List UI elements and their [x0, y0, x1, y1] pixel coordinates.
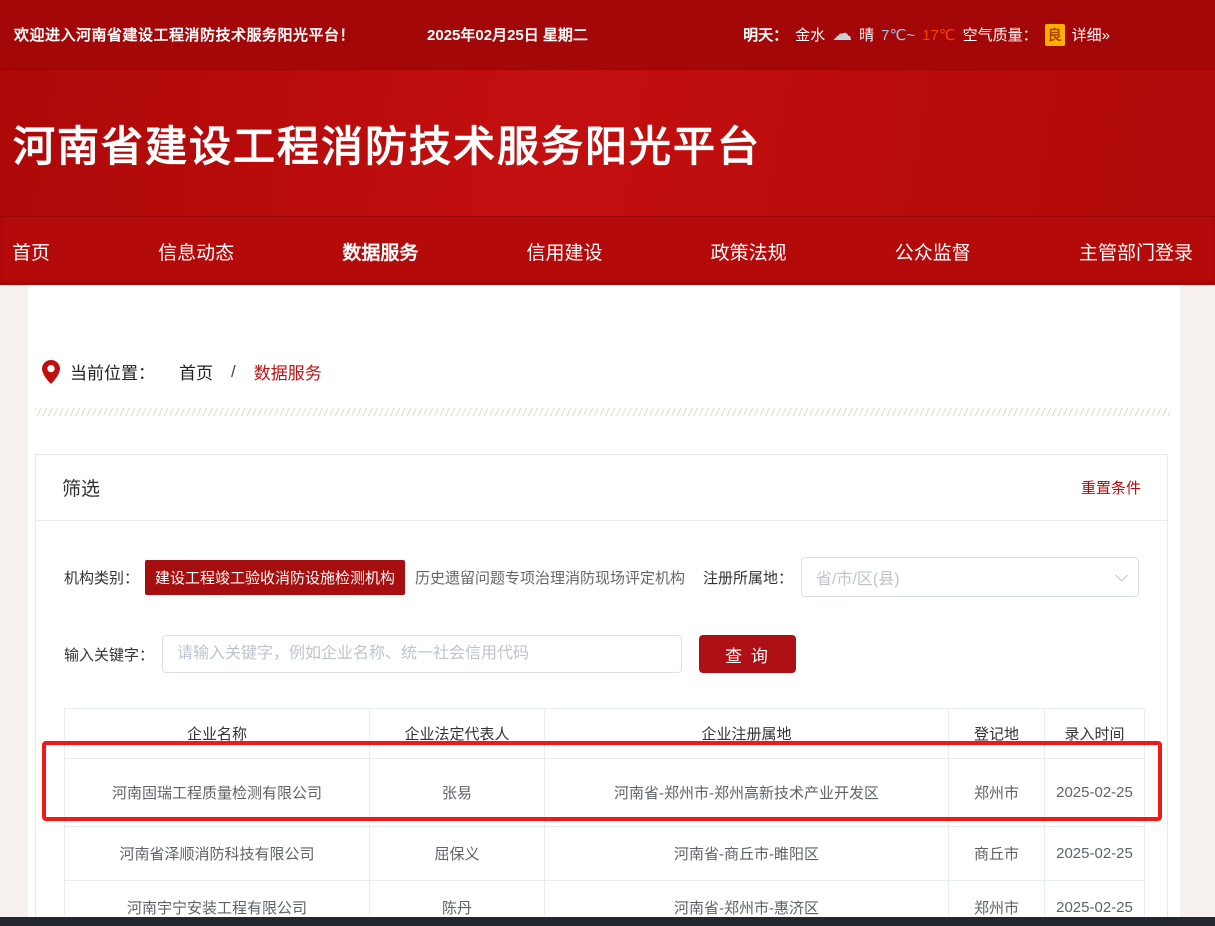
keyword-row: 输入关键字： 查 询	[64, 635, 1139, 673]
cloud-icon: ☁	[832, 24, 852, 44]
nav-item-credit[interactable]: 信用建设	[526, 238, 602, 265]
weather-widget: 明天： 金水 ☁ 晴 7℃~ 17℃ 空气质量： 良 详细»	[743, 24, 1110, 46]
main-nav: 首页 信息动态 数据服务 信用建设 政策法规 公众监督 主管部门登录	[0, 216, 1215, 285]
table-header-row: 企业名称 企业法定代表人 企业注册属地 登记地 录入时间	[65, 709, 1145, 759]
category-option-inspection[interactable]: 建设工程竣工验收消防设施检测机构	[145, 560, 405, 595]
nav-item-home[interactable]: 首页	[12, 238, 50, 265]
location-pin-icon	[42, 360, 60, 384]
search-button[interactable]: 查 询	[699, 635, 796, 673]
nav-item-admin-login[interactable]: 主管部门登录	[1079, 238, 1193, 265]
filter-form: 机构类别： 建设工程竣工验收消防设施检测机构 历史遗留问题专项治理消防现场评定机…	[36, 521, 1167, 673]
cell-entry-date: 2025-02-25	[1045, 827, 1145, 881]
col-header-legal-rep: 企业法定代表人	[370, 709, 545, 759]
cell-registered-region: 河南省-商丘市-睢阳区	[545, 827, 949, 881]
col-header-registered-region: 企业注册属地	[545, 709, 949, 759]
air-quality-badge: 良	[1045, 24, 1065, 46]
cell-company-name: 河南省泽顺消防科技有限公司	[65, 827, 370, 881]
air-quality-label: 空气质量：	[963, 24, 1038, 45]
filter-panel-header: 筛选 重置条件	[36, 455, 1167, 521]
table-row[interactable]: 河南固瑞工程质量检测有限公司 张易 河南省-郑州市-郑州高新技术产业开发区 郑州…	[65, 759, 1145, 827]
page-title: 河南省建设工程消防技术服务阳光平台	[0, 113, 761, 174]
slash-divider	[35, 408, 1170, 416]
region-select-placeholder: 省/市/区(县)	[816, 565, 900, 589]
keyword-label: 输入关键字：	[64, 644, 154, 665]
col-header-entry-date: 录入时间	[1045, 709, 1145, 759]
col-header-registration-place: 登记地	[949, 709, 1045, 759]
cell-entry-date: 2025-02-25	[1045, 759, 1145, 827]
results-table: 企业名称 企业法定代表人 企业注册属地 登记地 录入时间 河南固瑞工程质量检测有…	[64, 708, 1145, 926]
region-select[interactable]: 省/市/区(县)	[801, 557, 1139, 597]
category-row: 机构类别： 建设工程竣工验收消防设施检测机构 历史遗留问题专项治理消防现场评定机…	[64, 557, 1139, 597]
cell-registration-place: 郑州市	[949, 759, 1045, 827]
category-option-legacy[interactable]: 历史遗留问题专项治理消防现场评定机构	[405, 560, 695, 595]
filter-panel: 筛选 重置条件 机构类别： 建设工程竣工验收消防设施检测机构 历史遗留问题专项治…	[35, 454, 1168, 926]
keyword-input[interactable]	[162, 635, 682, 673]
breadcrumb-home-link[interactable]: 首页	[179, 359, 213, 384]
category-options: 建设工程竣工验收消防设施检测机构 历史遗留问题专项治理消防现场评定机构	[145, 560, 695, 595]
weather-condition: 晴	[859, 24, 874, 45]
cell-company-name: 河南固瑞工程质量检测有限公司	[65, 759, 370, 827]
main-content: 当前位置： 首页 / 数据服务 筛选 重置条件 机构类别： 建设工程竣工验收消防…	[28, 285, 1180, 926]
region-group: 注册所属地： 省/市/区(县)	[703, 557, 1139, 597]
cell-legal-rep: 张易	[370, 759, 545, 827]
topbar: 欢迎进入河南省建设工程消防技术服务阳光平台！ 2025年02月25日 星期二 明…	[0, 0, 1215, 70]
table-row[interactable]: 河南省泽顺消防科技有限公司 屈保义 河南省-商丘市-睢阳区 商丘市 2025-0…	[65, 827, 1145, 881]
category-label: 机构类别：	[64, 567, 139, 588]
cell-registration-place: 商丘市	[949, 827, 1045, 881]
temp-low: 7℃~	[881, 26, 915, 44]
weather-label: 明天：	[743, 24, 788, 45]
cell-registered-region: 河南省-郑州市-郑州高新技术产业开发区	[545, 759, 949, 827]
date-text: 2025年02月25日 星期二	[427, 24, 588, 45]
chevron-down-icon	[1115, 569, 1128, 582]
breadcrumb-label: 当前位置：	[70, 359, 155, 384]
nav-item-supervision[interactable]: 公众监督	[895, 238, 971, 265]
nav-item-news[interactable]: 信息动态	[158, 238, 234, 265]
welcome-text: 欢迎进入河南省建设工程消防技术服务阳光平台！	[14, 24, 355, 45]
region-label: 注册所属地：	[703, 567, 793, 588]
weather-detail-link[interactable]: 详细»	[1072, 24, 1110, 45]
weather-district: 金水	[795, 24, 825, 45]
bottom-dark-bar	[0, 917, 1215, 926]
nav-item-policy[interactable]: 政策法规	[711, 238, 787, 265]
filter-title: 筛选	[62, 474, 100, 501]
breadcrumb-separator: /	[231, 362, 236, 382]
breadcrumb-current-link[interactable]: 数据服务	[254, 359, 322, 384]
cell-legal-rep: 屈保义	[370, 827, 545, 881]
site-header: 河南省建设工程消防技术服务阳光平台	[0, 70, 1215, 216]
reset-filters-link[interactable]: 重置条件	[1081, 477, 1141, 498]
temp-high: 17℃	[922, 26, 956, 44]
col-header-company: 企业名称	[65, 709, 370, 759]
nav-item-data-service[interactable]: 数据服务	[342, 238, 418, 265]
breadcrumb: 当前位置： 首页 / 数据服务	[28, 359, 1180, 384]
